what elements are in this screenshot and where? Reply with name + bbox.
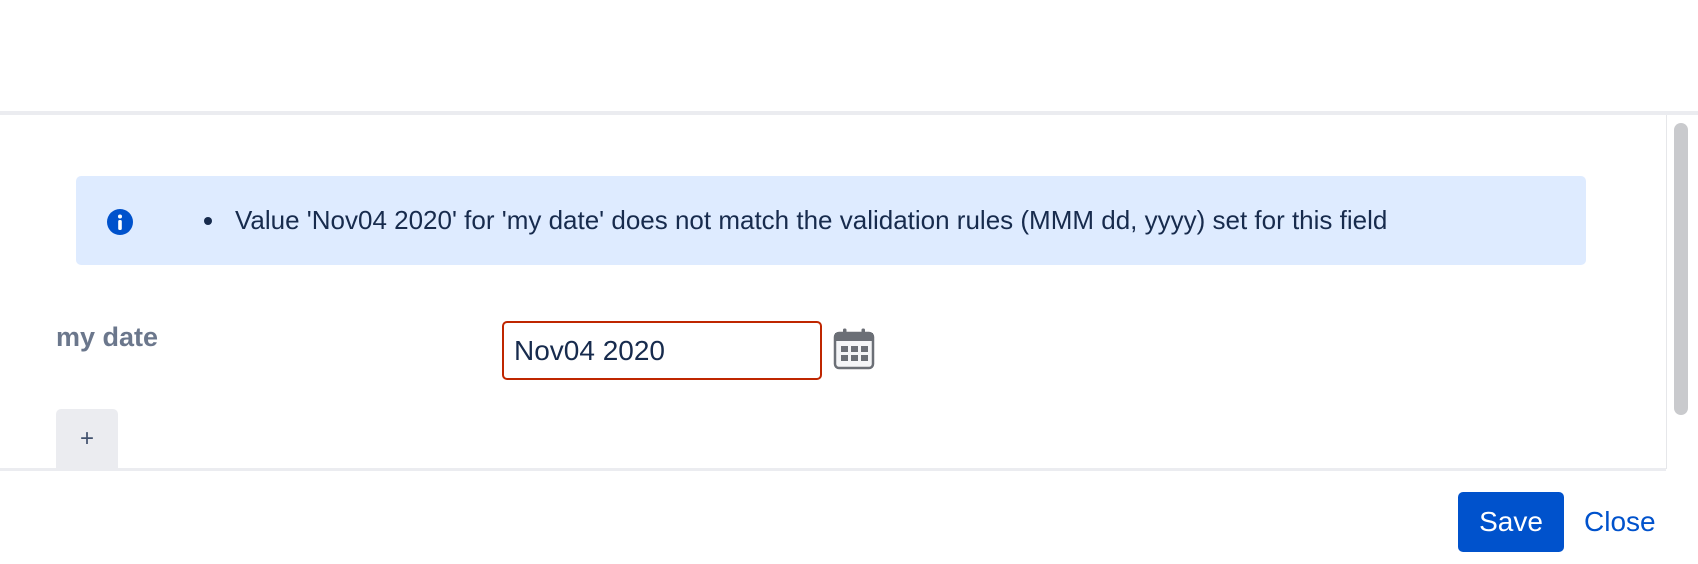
calendar-icon[interactable] (832, 327, 876, 371)
validation-message: Value 'Nov04 2020' for 'my date' does no… (76, 176, 1586, 265)
dialog-content (0, 115, 1666, 469)
save-button[interactable]: Save (1458, 492, 1564, 552)
field-label: my date (56, 322, 159, 352)
add-button[interactable]: + (56, 409, 118, 469)
scrollbar-thumb[interactable] (1674, 123, 1688, 415)
dialog-header-area (0, 0, 1698, 112)
message-item: Value 'Nov04 2020' for 'my date' does no… (204, 205, 1387, 236)
close-link[interactable]: Close (1584, 506, 1656, 538)
bullet (204, 216, 212, 225)
date-input[interactable] (502, 321, 822, 380)
message-list: Value 'Nov04 2020' for 'my date' does no… (204, 176, 1387, 265)
dialog: Value 'Nov04 2020' for 'my date' does no… (0, 0, 1698, 564)
footer-divider (0, 468, 1666, 471)
info-icon (106, 208, 134, 236)
message-text: Value 'Nov04 2020' for 'my date' does no… (235, 205, 1388, 235)
